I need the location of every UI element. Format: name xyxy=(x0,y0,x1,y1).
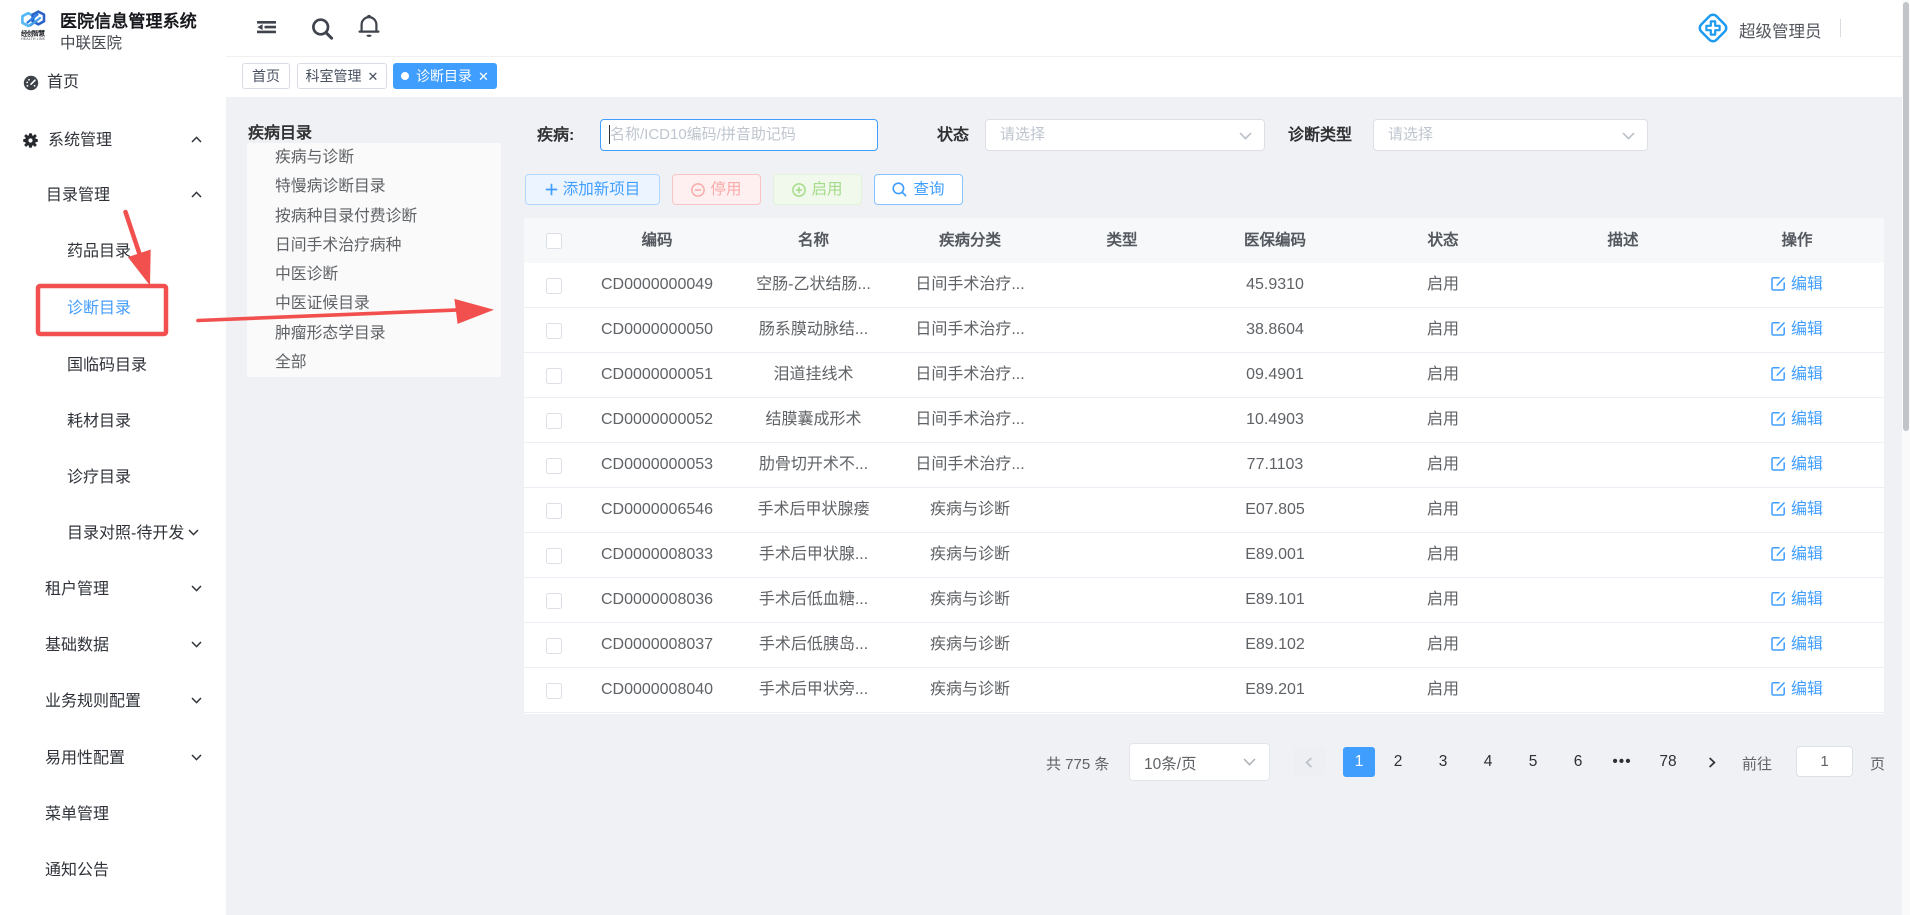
svg-text:HEALTH LINK: HEALTH LINK xyxy=(21,37,46,41)
